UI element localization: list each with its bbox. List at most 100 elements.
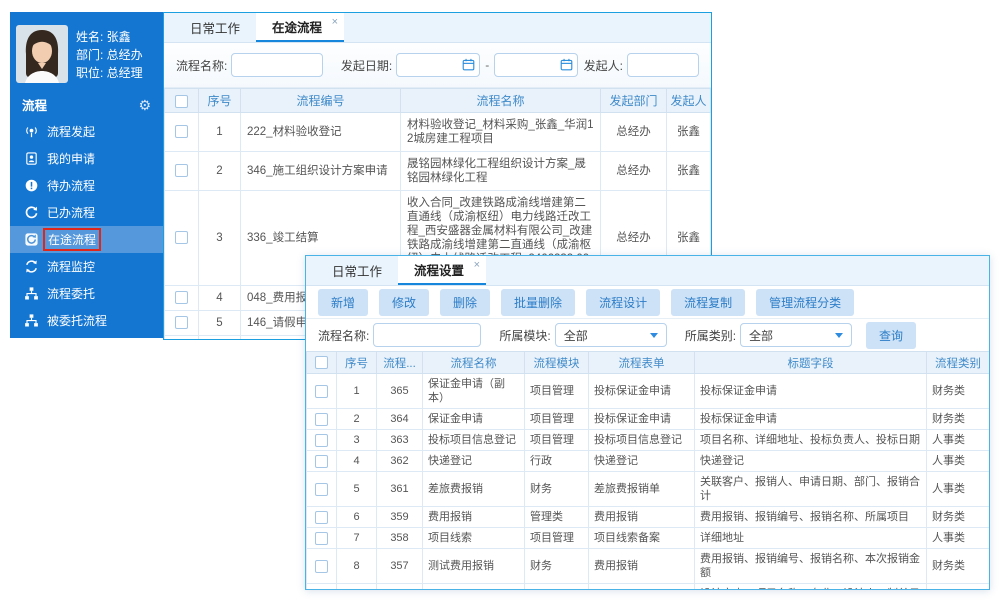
search-button[interactable]: 查询 <box>866 322 916 349</box>
sidebar-item-in-transit-processes[interactable]: 在途流程 <box>10 226 163 253</box>
process-settings-table: 序号 流程... 流程名称 流程模块 流程表单 标题字段 流程类别 1 365 … <box>306 351 990 590</box>
table-row[interactable]: 8 357 测试费用报销 财务 费用报销 费用报销、报销编号、报销名称、本次报销… <box>307 549 990 584</box>
col-process-code: 流程... <box>377 352 423 374</box>
row-checkbox[interactable] <box>315 483 328 496</box>
user-profile: 姓名: 张鑫 部门: 总经办 职位: 总经理 <box>10 12 163 91</box>
row-checkbox[interactable] <box>315 455 328 468</box>
row-checkbox[interactable] <box>315 413 328 426</box>
sidebar-item-label: 被委托流程 <box>47 312 107 329</box>
cell-process-code: 356 <box>377 584 423 591</box>
row-checkbox[interactable] <box>175 125 188 138</box>
cell-title-fields: 费用报销、报销编号、报销名称、所属项目 <box>695 507 927 528</box>
gear-icon[interactable]: ⚙ <box>138 98 151 112</box>
table-row[interactable]: 2 364 保证金申请 项目管理 投标保证金申请 投标保证金申请 财务类 <box>307 409 990 430</box>
calendar-icon[interactable] <box>560 58 573 71</box>
cell-process-module: 项目管理 <box>525 528 589 549</box>
tab-in-transit-processes[interactable]: 在途流程 × <box>256 13 344 42</box>
col-process-name: 流程名称 <box>401 89 601 113</box>
process-name-label: 流程名称: <box>176 57 227 74</box>
tab-label: 在途流程 <box>272 17 322 36</box>
row-checkbox[interactable] <box>315 532 328 545</box>
row-checkbox[interactable] <box>175 316 188 329</box>
tab-process-settings[interactable]: 流程设置 × <box>398 256 486 285</box>
sidebar-item-label annotation-box: 在途流程 <box>43 228 101 251</box>
table-row[interactable]: 4 362 快递登记 行政 快递登记 快递登记 人事类 <box>307 451 990 472</box>
row-checkbox[interactable] <box>315 560 328 573</box>
col-title-fields: 标题字段 <box>695 352 927 374</box>
process-name-label: 流程名称: <box>318 327 369 344</box>
row-checkbox[interactable] <box>175 164 188 177</box>
col-process-form: 流程表单 <box>589 352 695 374</box>
sidebar-item-process-start[interactable]: 流程发起 <box>10 118 163 145</box>
edit-button[interactable]: 修改 <box>379 289 429 316</box>
col-initiator: 发起人 <box>667 89 711 113</box>
sidebar-section-header: 流程 ⚙ <box>10 91 163 118</box>
select-all-checkbox[interactable] <box>315 356 328 369</box>
cell-process-code: 358 <box>377 528 423 549</box>
tab-daily-work[interactable]: 日常工作 <box>174 13 256 42</box>
table-row[interactable]: 3 363 投标项目信息登记 项目管理 投标项目信息登记 项目名称、详细地址、投… <box>307 430 990 451</box>
table-row[interactable]: 7 358 项目线索 项目管理 项目线索备案 详细地址 人事类 <box>307 528 990 549</box>
tab-daily-work[interactable]: 日常工作 <box>316 256 398 285</box>
sidebar-item-process-monitor[interactable]: 流程监控 <box>10 253 163 280</box>
profile-name: 姓名: 张鑫 <box>76 28 143 45</box>
cell-process-name: 项目线索 <box>423 528 525 549</box>
start-date-label: 发起日期: <box>341 57 392 74</box>
cell-process-code: 365 <box>377 374 423 409</box>
row-checkbox[interactable] <box>175 291 188 304</box>
manage-process-category-button[interactable]: 管理流程分类 <box>756 289 854 316</box>
cell-process-category: 人事类 <box>927 430 990 451</box>
process-copy-button[interactable]: 流程复制 <box>671 289 745 316</box>
row-checkbox[interactable] <box>315 511 328 524</box>
category-select[interactable]: 全部 <box>740 323 852 347</box>
cell-process-code: 363 <box>377 430 423 451</box>
col-process-name: 流程名称 <box>423 352 525 374</box>
calendar-icon[interactable] <box>462 58 475 71</box>
cell-title-fields: 项目名称、详细地址、投标负责人、投标日期 <box>695 430 927 451</box>
select-all-checkbox[interactable] <box>175 95 188 108</box>
process-name-input[interactable] <box>231 53 323 77</box>
cell-process-category: 人事类 <box>927 528 990 549</box>
cell-seq: 2 <box>337 409 377 430</box>
process-name-input[interactable] <box>373 323 481 347</box>
close-icon[interactable]: × <box>474 259 480 271</box>
module-select[interactable]: 全部 <box>555 323 667 347</box>
cell-seq: 1 <box>199 113 241 152</box>
delete-button[interactable]: 删除 <box>440 289 490 316</box>
row-checkbox[interactable] <box>315 385 328 398</box>
initiator-input[interactable] <box>627 53 699 77</box>
sidebar-item-done-processes[interactable]: 已办流程 <box>10 199 163 226</box>
row-checkbox[interactable] <box>315 434 328 447</box>
col-process-category: 流程类别 <box>927 352 990 374</box>
cell-seq: 7 <box>337 528 377 549</box>
row-checkbox[interactable] <box>175 231 188 244</box>
chevron-down-icon <box>835 333 843 338</box>
batch-delete-button[interactable]: 批量删除 <box>501 289 575 316</box>
cell-process-name: 晟铭园林绿化工程组织设计方案_晟铭园林绿化工程 <box>401 152 601 191</box>
sidebar-item-todo-processes[interactable]: 待办流程 <box>10 172 163 199</box>
table-row[interactable]: 1 365 保证金申请（副本） 项目管理 投标保证金申请 投标保证金申请 财务类 <box>307 374 990 409</box>
cell-seq: 1 <box>337 374 377 409</box>
sidebar-item-delegated-processes[interactable]: 被委托流程 <box>10 307 163 334</box>
close-icon[interactable]: × <box>332 16 338 28</box>
window2-tabbar: 日常工作 流程设置 × <box>306 256 989 286</box>
col-seq: 序号 <box>199 89 241 113</box>
table-row[interactable]: 9 356 设计审查 项目管理 设计审查 设计审查、项目名称、专业、设计人、制单… <box>307 584 990 591</box>
window2-filterbar: 流程名称: 所属模块: 全部 所属类别: 全部 查询 <box>306 319 989 351</box>
cell-process-form: 设计审查 <box>589 584 695 591</box>
cell-process-category: 人事类 <box>927 584 990 591</box>
cell-process-form: 投标项目信息登记 <box>589 430 695 451</box>
table-row[interactable]: 5 361 差旅费报销 财务 差旅费报销单 关联客户、报销人、申请日期、部门、报… <box>307 472 990 507</box>
add-button[interactable]: 新增 <box>318 289 368 316</box>
process-design-button[interactable]: 流程设计 <box>586 289 660 316</box>
cell-seq: 8 <box>337 549 377 584</box>
sidebar-item-my-applications[interactable]: 我的申请 <box>10 145 163 172</box>
sidebar-item-process-delegate[interactable]: 流程委托 <box>10 280 163 307</box>
table-row[interactable]: 2 346_施工组织设计方案申请 晟铭园林绿化工程组织设计方案_晟铭园林绿化工程… <box>165 152 711 191</box>
chevron-down-icon <box>650 333 658 338</box>
profile-title: 职位: 总经理 <box>76 64 143 81</box>
category-label: 所属类别: <box>685 327 736 344</box>
cell-process-code: 361 <box>377 472 423 507</box>
table-row[interactable]: 6 359 费用报销 管理类 费用报销 费用报销、报销编号、报销名称、所属项目 … <box>307 507 990 528</box>
table-row[interactable]: 1 222_材料验收登记 材料验收登记_材料采购_张鑫_华润12城房建工程项目 … <box>165 113 711 152</box>
